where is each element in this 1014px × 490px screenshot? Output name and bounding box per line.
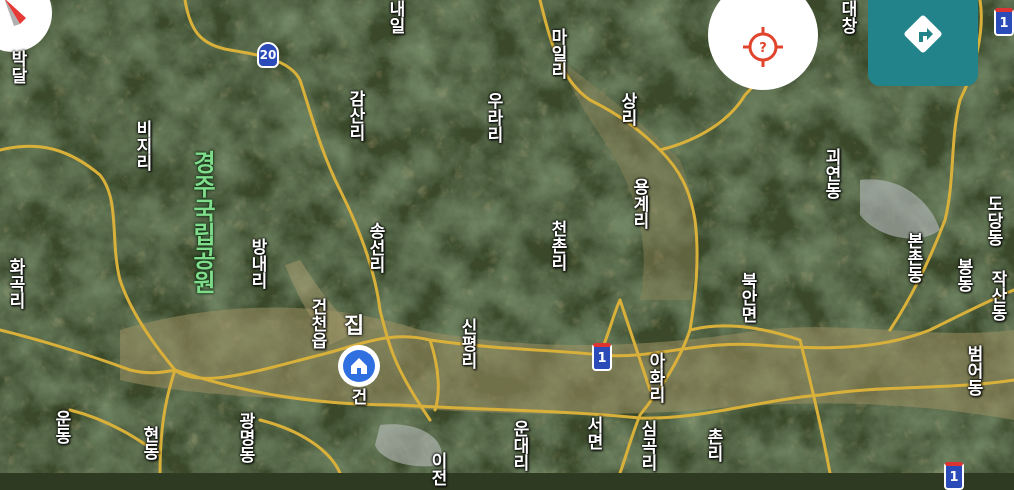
- place-label: 북안면: [737, 272, 757, 323]
- route-shield: 20: [257, 42, 279, 68]
- home-icon: [343, 350, 375, 382]
- compass-button[interactable]: [0, 0, 52, 52]
- place-label: 화곡리: [5, 258, 25, 309]
- crosshair-question-icon: ?: [743, 27, 783, 67]
- place-label: 작산동: [987, 270, 1007, 321]
- home-marker[interactable]: [338, 345, 380, 387]
- place-label: 심곡리: [637, 420, 657, 471]
- route-shield: 1: [944, 462, 964, 490]
- svg-text:?: ?: [759, 41, 767, 56]
- route-shield: 1: [592, 343, 612, 371]
- place-label: 건: [347, 388, 367, 405]
- place-label: 운대리: [509, 420, 529, 471]
- route-share-icon: [904, 15, 942, 53]
- place-label: 괴연동: [821, 148, 841, 199]
- place-label: 현동: [139, 426, 159, 460]
- place-label: 범어동: [963, 345, 983, 396]
- place-label: 촌리: [703, 428, 723, 462]
- place-label: 내일: [385, 0, 405, 34]
- place-label: 우라리: [483, 92, 503, 143]
- satellite-map[interactable]: [0, 0, 1014, 473]
- place-label: 운동: [51, 410, 71, 444]
- place-label: 아화리: [645, 352, 665, 403]
- route-shield: 1: [994, 8, 1014, 36]
- place-label: 비지리: [132, 120, 152, 171]
- place-label: 봉동: [953, 258, 973, 292]
- place-label: 마일리: [547, 28, 567, 79]
- route-share-button[interactable]: [868, 0, 978, 86]
- place-label: 방내리: [247, 238, 267, 289]
- place-label: 서면: [583, 416, 603, 450]
- place-label: 용계리: [629, 178, 649, 229]
- place-label: 광명동: [235, 412, 255, 463]
- place-label: 상리: [617, 92, 637, 126]
- place-label: 신평리: [457, 318, 477, 369]
- place-label: 건천읍: [307, 298, 327, 349]
- place-label: 천촌리: [547, 220, 567, 271]
- compass-needle-icon: [4, 0, 26, 26]
- park-label: 경주국립공원: [188, 150, 216, 294]
- home-label: 집: [344, 314, 365, 339]
- place-label: 송선리: [365, 222, 385, 273]
- place-label: 박달: [7, 50, 27, 84]
- place-label: 감산리: [345, 90, 365, 141]
- place-label: 이전: [427, 452, 447, 486]
- place-label: 대창: [837, 0, 857, 34]
- place-label: 본촌동: [903, 232, 923, 283]
- place-label: 도당동: [983, 195, 1003, 246]
